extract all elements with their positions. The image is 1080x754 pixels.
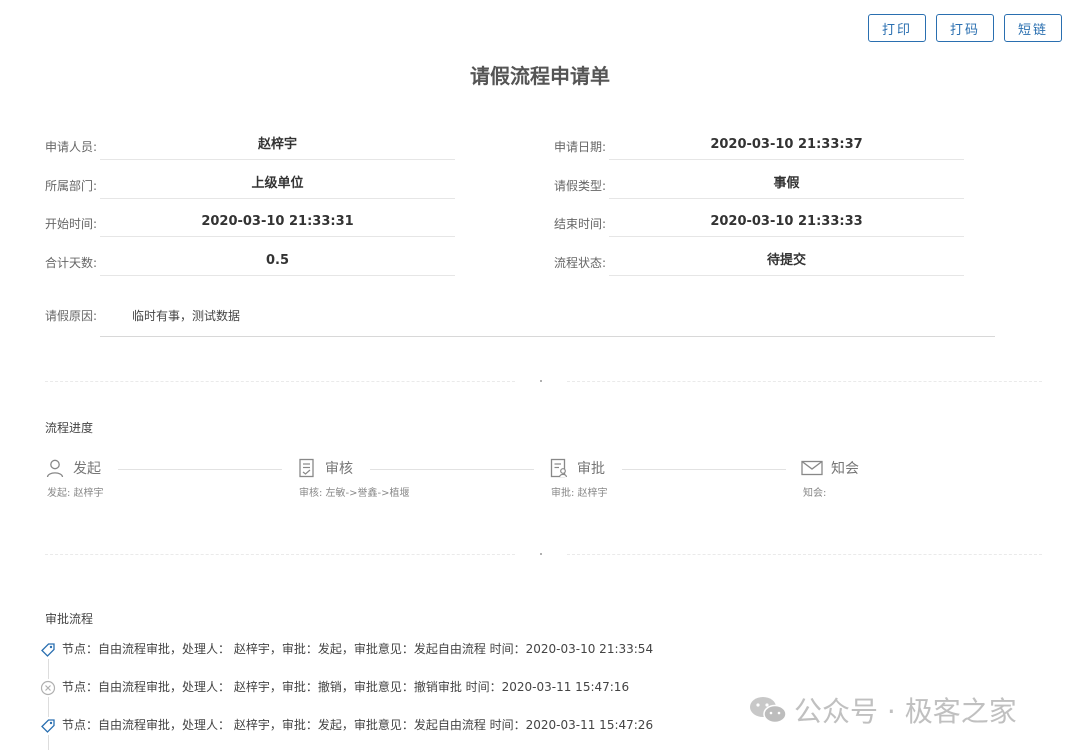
step-initiate: 发起 发起: 赵梓宇 <box>45 458 104 499</box>
log-text: 节点：自由流程审批，处理人： 赵梓宇，审批：发起，审批意见：发起自由流程 时间：… <box>62 718 654 732</box>
approval-title: 审批流程 <box>45 612 94 626</box>
cancel-icon <box>40 680 56 696</box>
code-button[interactable]: 打码 <box>935 14 994 42</box>
start-time-label: 开始时间: <box>45 217 98 231</box>
step-detail: 审批: 赵梓宇 <box>551 488 608 499</box>
page-title: 请假流程申请单 <box>470 64 610 88</box>
leave-type-label: 请假类型: <box>554 178 607 193</box>
form-row: 所属部门: 上级单位 请假类型: 事假 <box>45 167 1045 206</box>
section-divider <box>45 377 1042 387</box>
section-divider <box>45 550 1042 560</box>
progress-title: 流程进度 <box>45 421 94 435</box>
step-review: 审核 审核: 左敏->誉鑫->植堰 <box>297 458 410 499</box>
form-row: 合计天数: 0.5 流程状态: 待提交 <box>45 244 1045 283</box>
applicant-label: 申请人员: <box>45 140 98 154</box>
approval-log: 节点：自由流程审批，处理人： 赵梓宇，审批：发起，审批意见：发起自由流程 时间：… <box>40 640 740 754</box>
department-field: 所属部门: 上级单位 <box>45 167 455 206</box>
step-detail: 发起: 赵梓宇 <box>47 488 104 499</box>
leave-type-field: 请假类型: 事假 <box>554 167 964 206</box>
log-text: 节点：自由流程审批，处理人： 赵梓宇，审批：发起，审批意见：发起自由流程 时间：… <box>62 642 654 656</box>
apply-date-field: 申请日期: 2020-03-10 21:33:37 <box>554 128 964 167</box>
log-entry: 节点：自由流程审批，处理人： 赵梓宇，审批：发起，审批意见：发起自由流程 时间：… <box>40 640 740 678</box>
department-label: 所属部门: <box>45 178 98 193</box>
applicant-field: 申请人员: 赵梓宇 <box>45 128 455 167</box>
flow-status-label: 流程状态: <box>554 255 607 270</box>
end-time-label: 结束时间: <box>554 217 607 231</box>
document-check-icon <box>297 458 317 478</box>
watermark-text: 公众号 · 极客之家 <box>794 695 1017 728</box>
reason-underline <box>100 336 995 337</box>
shortlink-button[interactable]: 短链 <box>1003 14 1062 42</box>
flow-status-field: 流程状态: 待提交 <box>554 244 964 283</box>
end-time-value: 2020-03-10 21:33:33 <box>609 205 964 237</box>
step-connector <box>118 469 282 470</box>
flow-status-value: 待提交 <box>609 244 964 276</box>
step-name: 知会 <box>831 461 859 477</box>
department-value: 上级单位 <box>100 167 455 199</box>
document-user-icon <box>549 458 569 478</box>
user-icon <box>45 458 65 478</box>
tag-icon <box>40 718 56 734</box>
start-time-field: 开始时间: 2020-03-10 21:33:31 <box>45 205 455 244</box>
total-days-value: 0.5 <box>100 244 455 276</box>
print-button[interactable]: 打印 <box>867 14 926 42</box>
watermark: 公众号 · 极客之家 <box>748 690 1017 730</box>
top-actions: 打印 打码 短链 <box>867 14 1062 42</box>
step-detail: 知会: <box>803 488 827 499</box>
step-approve: 审批 审批: 赵梓宇 <box>549 458 608 499</box>
wechat-icon <box>748 695 788 725</box>
step-connector <box>370 469 534 470</box>
applicant-value: 赵梓宇 <box>100 128 455 160</box>
reason-label: 请假原因: <box>45 309 98 323</box>
total-days-label: 合计天数: <box>45 255 98 270</box>
step-name: 发起 <box>73 461 101 477</box>
log-text: 节点：自由流程审批，处理人： 赵梓宇，审批：撤销，审批意见：撤销审批 时间：20… <box>62 680 630 694</box>
step-notify: 知会 知会: <box>801 458 859 499</box>
total-days-field: 合计天数: 0.5 <box>45 244 455 283</box>
form-row: 申请人员: 赵梓宇 申请日期: 2020-03-10 21:33:37 <box>45 128 1045 167</box>
leave-type-value: 事假 <box>609 167 964 199</box>
step-detail: 审核: 左敏->誉鑫->植堰 <box>299 488 410 499</box>
leave-form: 申请人员: 赵梓宇 申请日期: 2020-03-10 21:33:37 所属部门… <box>45 128 1045 282</box>
apply-date-label: 申请日期: <box>554 140 607 154</box>
step-name: 审批 <box>577 461 605 477</box>
log-entry: 节点：自由流程审批，处理人： 赵梓宇，审批：撤销，审批意见：撤销审批 时间：20… <box>40 678 740 716</box>
apply-date-value: 2020-03-10 21:33:37 <box>609 128 964 160</box>
step-name: 审核 <box>325 461 353 477</box>
log-entry: 节点：自由流程审批，处理人： 赵梓宇，审批：发起，审批意见：发起自由流程 时间：… <box>40 716 740 754</box>
start-time-value: 2020-03-10 21:33:31 <box>100 205 455 237</box>
end-time-field: 结束时间: 2020-03-10 21:33:33 <box>554 205 964 244</box>
step-connector <box>622 469 786 470</box>
reason-value: 临时有事，测试数据 <box>132 309 241 323</box>
tag-icon <box>40 642 56 658</box>
progress-steps: 发起 发起: 赵梓宇 审核 审核: 左敏->誉鑫->植堰 审批 审批: 赵梓宇 … <box>45 458 1045 508</box>
mail-icon <box>801 458 823 478</box>
form-row: 开始时间: 2020-03-10 21:33:31 结束时间: 2020-03-… <box>45 205 1045 244</box>
